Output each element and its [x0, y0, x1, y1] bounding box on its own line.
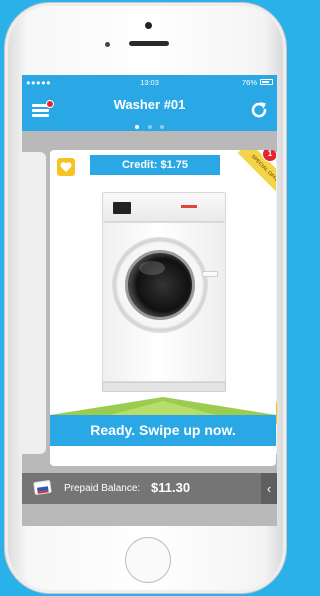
- offer-count-badge: 1: [262, 150, 276, 162]
- front-camera: [145, 22, 152, 29]
- machine-card[interactable]: Credit: $1.75 SPECIAL OFFER 1 Ready. Swi…: [50, 150, 276, 466]
- green-ground-graphic: [50, 397, 276, 415]
- balance-value: $11.30: [151, 480, 191, 495]
- battery-percent: 76%: [241, 78, 257, 87]
- washer-image: [102, 192, 226, 392]
- phone-frame: ●●●●● 13:03 76% Washer #01 Credit: $1.75…: [4, 2, 287, 594]
- status-time: 13:03: [140, 78, 159, 87]
- balance-label: Prepaid Balance:: [64, 483, 141, 494]
- page-title: Washer #01: [113, 97, 186, 112]
- credit-badge: Credit: $1.75: [90, 155, 220, 175]
- page-dot: [159, 125, 164, 129]
- nav-bar: Washer #01: [22, 89, 277, 131]
- page-dot: [147, 125, 152, 129]
- prepaid-balance-bar[interactable]: Prepaid Balance: $11.30 ‹: [22, 473, 277, 504]
- payment-card-icon: [33, 479, 52, 496]
- special-offer-ribbon[interactable]: SPECIAL OFFER 1: [230, 150, 276, 196]
- page-dot: [135, 125, 140, 129]
- status-bar: ●●●●● 13:03 76%: [22, 75, 277, 89]
- favorite-icon[interactable]: [57, 158, 75, 176]
- chevron-left-icon[interactable]: ‹: [261, 473, 277, 504]
- previous-card[interactable]: [22, 152, 46, 454]
- app-screen: ●●●●● 13:03 76% Washer #01 Credit: $1.75…: [22, 75, 277, 526]
- swipe-up-button[interactable]: Ready. Swipe up now.: [50, 415, 276, 446]
- page-indicator: [22, 116, 277, 134]
- battery-icon: [260, 79, 273, 85]
- sensor: [105, 42, 110, 47]
- refresh-icon[interactable]: [249, 100, 269, 120]
- earpiece-speaker: [129, 41, 169, 46]
- home-button[interactable]: [125, 537, 171, 583]
